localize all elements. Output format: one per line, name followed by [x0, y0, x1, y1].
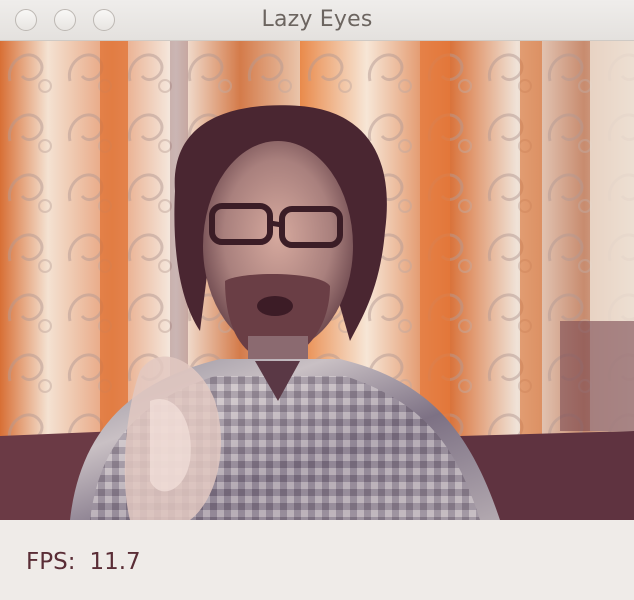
fps-label: FPS:	[26, 549, 76, 575]
fps-readout: FPS: 11.7	[26, 549, 141, 575]
app-window: Lazy Eyes FPS: 11.7	[0, 0, 634, 600]
title-bar[interactable]: Lazy Eyes	[0, 0, 634, 41]
fps-value: 11.7	[89, 549, 141, 575]
camera-feed-view	[0, 41, 634, 520]
window-title: Lazy Eyes	[261, 7, 373, 32]
camera-frame-image	[0, 41, 634, 520]
